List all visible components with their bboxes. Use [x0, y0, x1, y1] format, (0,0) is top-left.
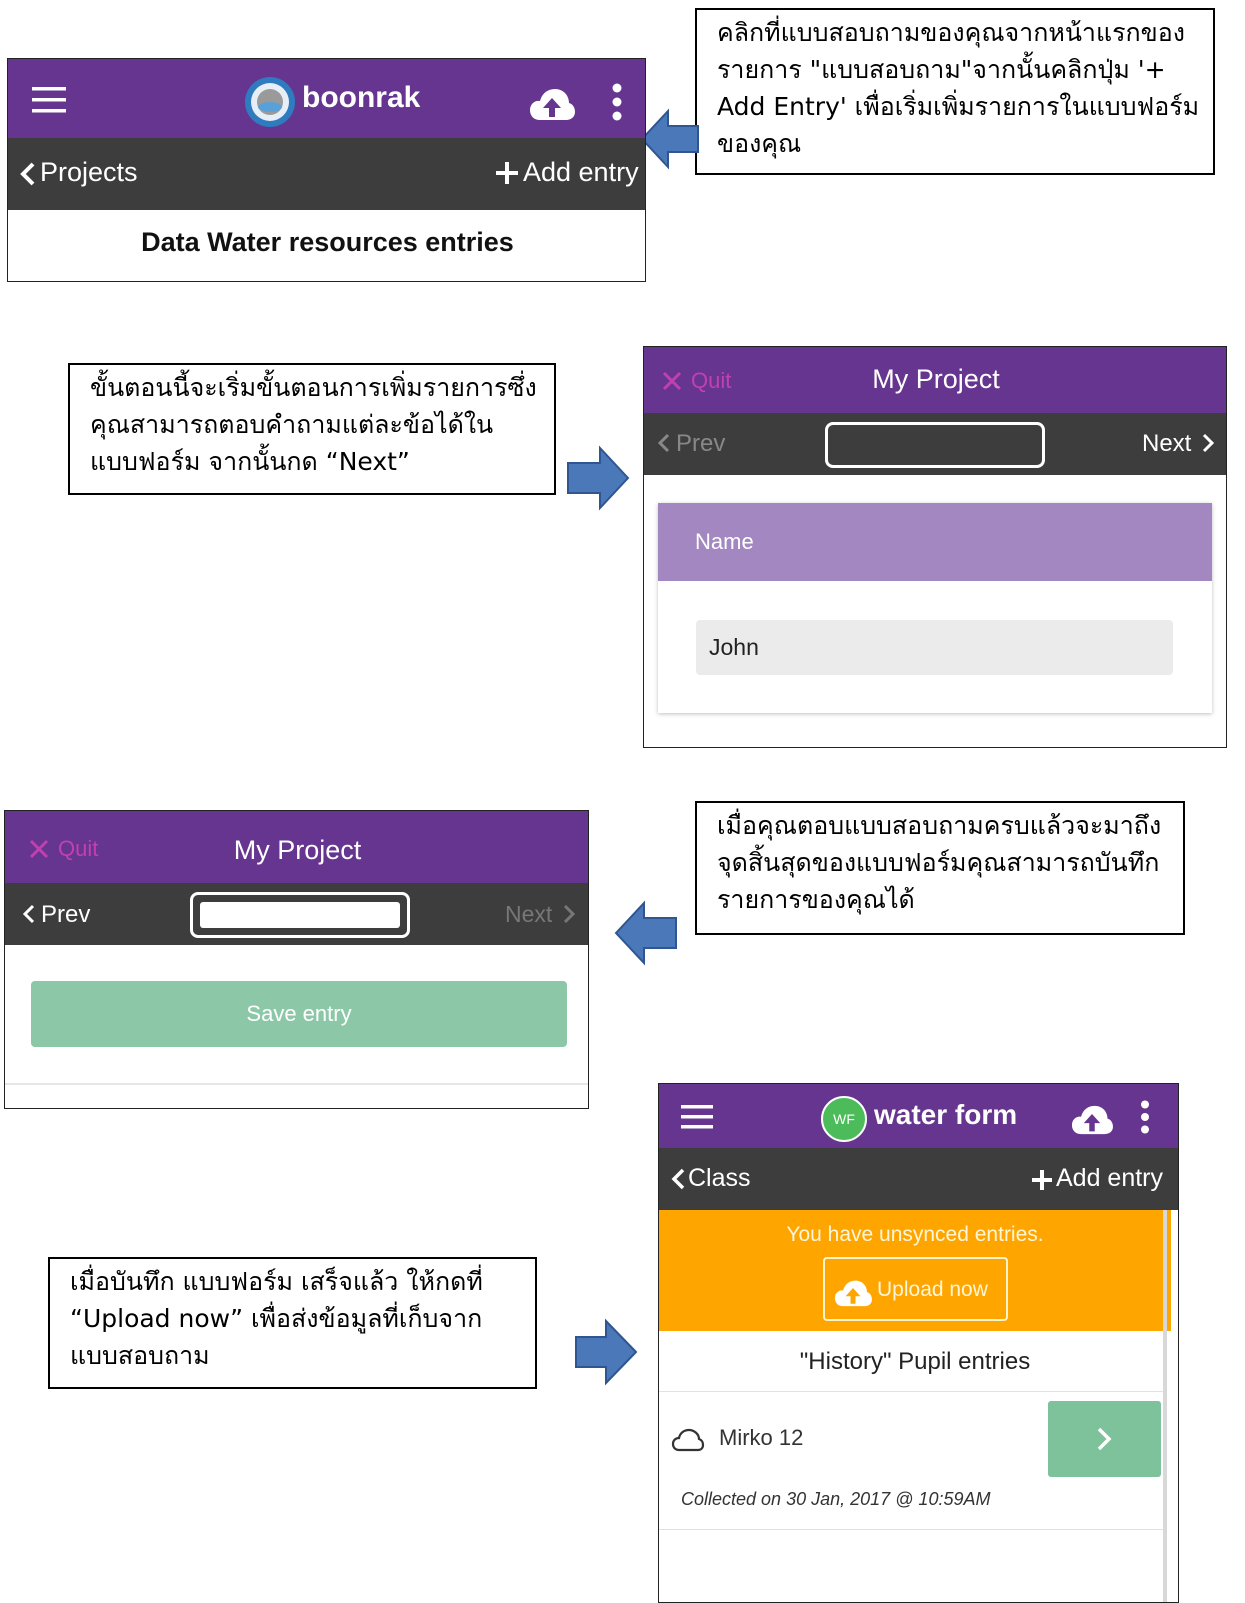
callout-line: แบบฟอร์ม จากนั้นกด “Next”	[90, 447, 410, 476]
callout-line: แบบสอบถาม	[70, 1341, 210, 1370]
next-button-disabled[interactable]: Next	[503, 883, 587, 945]
question-label: Name	[695, 529, 754, 554]
callout-line: คุณสามารถตอบคำถามแต่ละข้อได้ใน	[90, 410, 494, 439]
callout-line: “Upload now” เพื่อส่งข้อมูลที่เก็บจาก	[70, 1304, 483, 1333]
prev-button[interactable]: Prev	[658, 413, 748, 475]
progress-box	[190, 892, 410, 938]
avatar-initials: WF	[833, 1111, 855, 1127]
cloud-upload-icon	[834, 1280, 872, 1307]
upload-now-label: Upload now	[877, 1278, 988, 1301]
chevron-right-icon	[563, 904, 575, 924]
callout-line: คลิกที่แบบสอบถามของคุณจากหน้าแรกของ	[717, 18, 1185, 47]
plus-icon	[1032, 1170, 1052, 1190]
list-item[interactable]: Mirko 12 Collected on 30 Jan, 2017 @ 10:…	[659, 1392, 1163, 1557]
callout-answer-questions: ขั้นตอนนี้จะเริ่มขั้นตอนการเพิ่มรายการซึ…	[68, 363, 556, 495]
progress-fill	[200, 902, 400, 928]
cloud-upload-icon[interactable]	[1071, 1104, 1113, 1135]
menu-icon[interactable]	[681, 1105, 713, 1129]
divider	[5, 1083, 588, 1085]
callout-line: ขั้นตอนนี้จะเริ่มขั้นตอนการเพิ่มรายการซึ…	[90, 373, 537, 402]
form-header: Quit My Project	[5, 811, 588, 883]
save-entry-label: Save entry	[246, 1001, 352, 1026]
cloud-icon	[671, 1428, 705, 1452]
entry-name: Mirko 12	[719, 1425, 804, 1450]
prev-label: Prev	[676, 430, 726, 457]
chevron-left-icon	[658, 433, 670, 453]
project-logo-icon	[245, 77, 295, 127]
callout-upload-now: เมื่อบันทึก แบบฟอร์ม เสร็จแล้ว ให้กดที่ …	[48, 1257, 537, 1389]
nav-toolbar: Class Add entry	[659, 1148, 1178, 1210]
more-vert-icon[interactable]	[1139, 1100, 1151, 1134]
nav-toolbar: Projects Add entry	[8, 138, 645, 210]
save-entry-button[interactable]: Save entry	[31, 981, 567, 1047]
add-entry-button[interactable]: Add entry	[494, 138, 644, 210]
callout-line: รายการ "แบบสอบถาม"จากนั้นคลิกปุ่ม '+	[717, 55, 1166, 84]
chevron-right-icon	[1202, 433, 1214, 453]
add-entry-button[interactable]: Add entry	[1030, 1148, 1170, 1210]
cloud-upload-icon[interactable]	[529, 87, 575, 121]
next-button[interactable]: Next	[1140, 413, 1224, 475]
progress-box	[825, 422, 1045, 468]
add-entry-label: Add entry	[523, 157, 639, 187]
screen-form-question: Quit My Project Prev Next Name John	[643, 346, 1227, 748]
app-name: boonrak	[302, 81, 421, 114]
name-answer-field[interactable]: John	[696, 620, 1173, 675]
arrow-right-icon	[567, 445, 630, 511]
callout-line: เมื่อคุณตอบแบบสอบถามครบแล้วจะมาถึง	[717, 811, 1162, 840]
back-label: Projects	[40, 157, 138, 187]
unsynced-message: You have unsynced entries.	[786, 1223, 1044, 1246]
arrow-left-icon	[614, 900, 677, 966]
project-title: My Project	[233, 835, 362, 865]
callout-line: จุดสิ้นสุดของแบบฟอร์มคุณสามารถบันทึก	[717, 848, 1160, 877]
callout-line: ของคุณ	[717, 129, 802, 158]
arrow-left-icon	[640, 108, 699, 170]
prev-button[interactable]: Prev	[23, 883, 113, 945]
chevron-left-icon	[23, 904, 35, 924]
list-title: "History" Pupil entries	[799, 1348, 1031, 1375]
callout-add-entry: คลิกที่แบบสอบถามของคุณจากหน้าแรกของ รายก…	[695, 8, 1215, 175]
scrollbar[interactable]	[1163, 1210, 1167, 1602]
form-nav-toolbar: Prev Next	[5, 883, 588, 945]
back-label: Class	[688, 1164, 751, 1192]
next-label: Next	[1142, 430, 1192, 457]
arrow-right-icon	[575, 1318, 638, 1386]
back-class-button[interactable]: Class	[669, 1148, 779, 1210]
avatar: WF	[821, 1096, 867, 1142]
add-entry-label: Add entry	[1056, 1164, 1164, 1192]
callout-save-entry: เมื่อคุณตอบแบบสอบถามครบแล้วจะมาถึง จุดสิ…	[695, 801, 1185, 935]
more-vert-icon[interactable]	[611, 83, 623, 121]
chevron-right-icon	[1097, 1427, 1112, 1451]
question-card: Name John	[658, 503, 1212, 713]
app-header: WF water form	[659, 1084, 1178, 1148]
question-header: Name	[658, 503, 1212, 581]
app-header: boonrak	[8, 59, 645, 138]
screen-projects: boonrak Projects Add entry Data Water re…	[7, 58, 646, 282]
answer-value: John	[709, 634, 759, 660]
collected-date: Collected on 30 Jan, 2017 @ 10:59AM	[681, 1489, 991, 1509]
form-header: Quit My Project	[644, 347, 1226, 413]
project-title: My Project	[872, 364, 1000, 394]
chevron-left-icon	[671, 1168, 685, 1190]
plus-icon	[496, 162, 518, 184]
entries-title: Data Water resources entries	[141, 227, 514, 257]
open-entry-button[interactable]	[1048, 1401, 1161, 1477]
callout-line: รายการของคุณได้	[717, 885, 915, 914]
screen-unsynced-entries: WF water form Class Add entry You have u…	[658, 1083, 1179, 1603]
back-projects-button[interactable]: Projects	[18, 138, 158, 210]
callout-line: Add Entry' เพื่อเริ่มเพิ่มรายการในแบบฟอร…	[717, 92, 1200, 121]
prev-label: Prev	[41, 901, 91, 928]
form-nav-toolbar: Prev Next	[644, 413, 1226, 475]
callout-line: เมื่อบันทึก แบบฟอร์ม เสร็จแล้ว ให้กดที่	[70, 1267, 483, 1296]
screen-save-entry: Quit My Project Prev Next Save entry	[4, 810, 589, 1109]
menu-icon[interactable]	[32, 87, 66, 113]
upload-now-button[interactable]: Upload now	[823, 1257, 1008, 1321]
divider	[659, 1529, 1163, 1530]
unsynced-banner: You have unsynced entries. Upload now	[659, 1210, 1171, 1331]
app-name: water form	[874, 1099, 1018, 1130]
chevron-left-icon	[20, 162, 35, 186]
next-label: Next	[505, 901, 553, 927]
